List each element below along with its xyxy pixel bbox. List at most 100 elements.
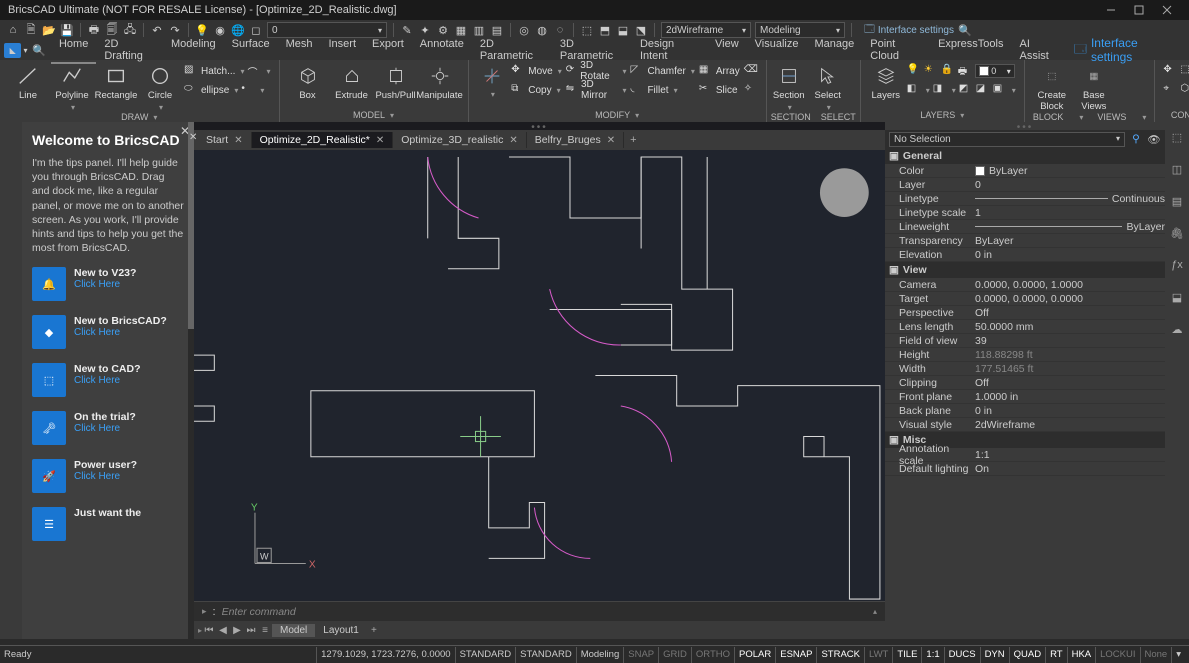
status-std2[interactable]: STANDARD xyxy=(515,647,576,663)
layer-current-dropdown[interactable]: 0▾ xyxy=(975,64,1015,78)
base-views-tool[interactable]: ▦Base Views xyxy=(1075,62,1113,112)
q-tool-10-icon[interactable]: ⬚ xyxy=(580,23,594,37)
doc-tab-close-0[interactable]: ✕ xyxy=(234,135,242,146)
layout-nav-last[interactable]: ⏭ xyxy=(244,625,258,636)
circle-tool[interactable]: Circle▾ xyxy=(140,62,180,112)
props-grip[interactable]: ••• xyxy=(885,122,1165,130)
lightbulb-icon[interactable]: 💡 xyxy=(195,23,209,37)
right-panel-7-icon[interactable]: ☁ xyxy=(1168,320,1186,338)
prop-target[interactable]: Target0.0000, 0.0000, 0.0000 xyxy=(885,292,1165,306)
tip-card-5[interactable]: ☰Just want the xyxy=(32,507,184,541)
new-icon[interactable]: 🗎 xyxy=(24,23,38,37)
status-toggle-none[interactable]: None xyxy=(1140,647,1172,663)
status-toggle-11[interactable]: 1:1 xyxy=(921,647,943,663)
q-tool-5-icon[interactable]: ▥ xyxy=(472,23,486,37)
doc-tab-3[interactable]: Belfry_Bruges✕ xyxy=(527,132,624,148)
prop-lineweight[interactable]: LineweightByLayer xyxy=(885,220,1165,234)
select-tool[interactable]: Select▾ xyxy=(811,62,845,112)
extrude-tool[interactable]: Extrude xyxy=(332,62,372,101)
arc-small-icon[interactable]: ⌒ xyxy=(247,64,261,78)
menu-search-icon[interactable]: 🔍 xyxy=(31,44,47,57)
right-panel-3-icon[interactable]: ▤ xyxy=(1168,192,1186,210)
status-toggle-tile[interactable]: TILE xyxy=(892,647,921,663)
layout-nav-next[interactable]: ▶ xyxy=(230,625,244,636)
open-icon[interactable]: 📂 xyxy=(42,23,56,37)
left-tool-strip[interactable] xyxy=(0,122,22,639)
tab-add-button[interactable]: + xyxy=(624,134,642,146)
right-panel-6-icon[interactable]: ⬓ xyxy=(1168,288,1186,306)
layer-sun-icon[interactable]: ☀ xyxy=(924,64,938,78)
print-icon[interactable]: 🖶 xyxy=(87,23,101,37)
command-line[interactable]: ▸ : Enter command ▴ xyxy=(194,601,885,621)
status-toggle-grid[interactable]: GRID xyxy=(658,647,691,663)
layer-white-icon[interactable]: ◻ xyxy=(249,23,263,37)
redo-icon[interactable]: ↷ xyxy=(168,23,182,37)
tip-card-link-0[interactable]: Click Here xyxy=(74,279,136,290)
q-tool-11-icon[interactable]: ⬒ xyxy=(598,23,612,37)
status-menu-icon[interactable]: ▾ xyxy=(1171,647,1185,663)
q-tool-13-icon[interactable]: ⬔ xyxy=(634,23,648,37)
prop-back-plane[interactable]: Back plane0 in xyxy=(885,404,1165,418)
ctrl-6-icon[interactable]: ⬡ xyxy=(1180,83,1189,97)
manipulate-tool[interactable]: Manipulate xyxy=(420,62,460,101)
prop-height[interactable]: Height118.88298 ft xyxy=(885,348,1165,362)
layout-nav-first[interactable]: ⏮ xyxy=(202,625,216,636)
layer-small-3-icon[interactable]: ◩ xyxy=(959,83,973,97)
props-filter-icon[interactable]: ⚲ xyxy=(1129,132,1143,146)
right-panel-5-icon[interactable]: ƒx xyxy=(1168,256,1186,274)
right-panel-1-icon[interactable]: ⬚ xyxy=(1168,128,1186,146)
help-icon[interactable]: 🔍 xyxy=(958,23,972,37)
prop-group-view[interactable]: ▣ View xyxy=(885,262,1165,278)
status-workspace[interactable]: Modeling xyxy=(576,647,624,663)
line-tool[interactable]: Line xyxy=(8,62,48,101)
tip-card-3[interactable]: 🗝On the trial?Click Here xyxy=(32,411,184,445)
doc-tab-0[interactable]: Start✕ xyxy=(198,132,252,148)
rotate3d-tool[interactable]: ⟳3D Rotate▾ xyxy=(566,62,627,80)
minimize-button[interactable] xyxy=(1097,0,1125,20)
preview-icon[interactable]: 🗐 xyxy=(105,23,119,37)
status-toggle-ortho[interactable]: ORTHO xyxy=(691,647,734,663)
mirror3d-tool[interactable]: ⇋3D Mirror▾ xyxy=(566,81,627,99)
status-toggle-rt[interactable]: RT xyxy=(1045,647,1067,663)
prop-front-plane[interactable]: Front plane1.0000 in xyxy=(885,390,1165,404)
right-panel-4-icon[interactable]: 🖇 xyxy=(1168,224,1186,242)
layer-small-5-icon[interactable]: ▣ xyxy=(993,83,1007,97)
doc-tab-close-3[interactable]: ✕ xyxy=(607,135,615,146)
q-tool-4-icon[interactable]: ▦ xyxy=(454,23,468,37)
slice-tool[interactable]: ✂Slice xyxy=(699,81,740,99)
doc-tab-close-1[interactable]: ✕ xyxy=(376,135,384,146)
ctrl-1-icon[interactable]: ✥ xyxy=(1163,64,1177,78)
q-tool-8-icon[interactable]: ◍ xyxy=(535,23,549,37)
layout-nav-list[interactable]: ≡ xyxy=(258,625,272,636)
layout-tab-model[interactable]: Model xyxy=(272,624,315,637)
doc-tab-close-2[interactable]: ✕ xyxy=(509,135,517,146)
prop-clipping[interactable]: ClippingOff xyxy=(885,376,1165,390)
q-tool-9-icon[interactable]: ◌ xyxy=(553,23,567,37)
tip-card-link-1[interactable]: Click Here xyxy=(74,327,167,338)
copy-tool[interactable]: ⧉Copy▾ xyxy=(511,81,561,99)
erase-tool[interactable]: ⌫ xyxy=(744,62,758,80)
status-toggle-ducs[interactable]: DUCS xyxy=(944,647,980,663)
prop-field-of-view[interactable]: Field of view39 xyxy=(885,334,1165,348)
layer-bulb-icon[interactable]: 💡 xyxy=(907,64,921,78)
prop-linetype[interactable]: LinetypeContinuous xyxy=(885,192,1165,206)
point-small-icon[interactable]: • xyxy=(241,83,255,97)
q-tool-12-icon[interactable]: ⬓ xyxy=(616,23,630,37)
ctrl-5-icon[interactable]: ⌖ xyxy=(1163,83,1177,97)
app-logo-icon[interactable]: ◣ xyxy=(4,43,21,58)
hatch-tool[interactable]: ▨Hatch...▾ ⌒▾ xyxy=(184,62,271,80)
status-toggle-quad[interactable]: QUAD xyxy=(1009,647,1045,663)
pushpull-tool[interactable]: Push/Pull xyxy=(376,62,416,101)
save-icon[interactable]: 💾 xyxy=(60,23,74,37)
chamfer-tool[interactable]: ◸Chamfer▾ xyxy=(630,62,694,80)
prop-linetype-scale[interactable]: Linetype scale1 xyxy=(885,206,1165,220)
layer-small-2-icon[interactable]: ◨ xyxy=(933,83,947,97)
layer-lock-icon[interactable]: 🔒 xyxy=(941,64,955,78)
tip-card-link-2[interactable]: Click Here xyxy=(74,375,141,386)
status-toggle-dyn[interactable]: DYN xyxy=(980,647,1009,663)
close-button[interactable] xyxy=(1153,0,1181,20)
status-toggle-lwt[interactable]: LWT xyxy=(864,647,892,663)
tabs-close-icon[interactable]: ✕ xyxy=(189,132,197,143)
prop-elevation[interactable]: Elevation0 in xyxy=(885,248,1165,262)
undo-icon[interactable]: ↶ xyxy=(150,23,164,37)
